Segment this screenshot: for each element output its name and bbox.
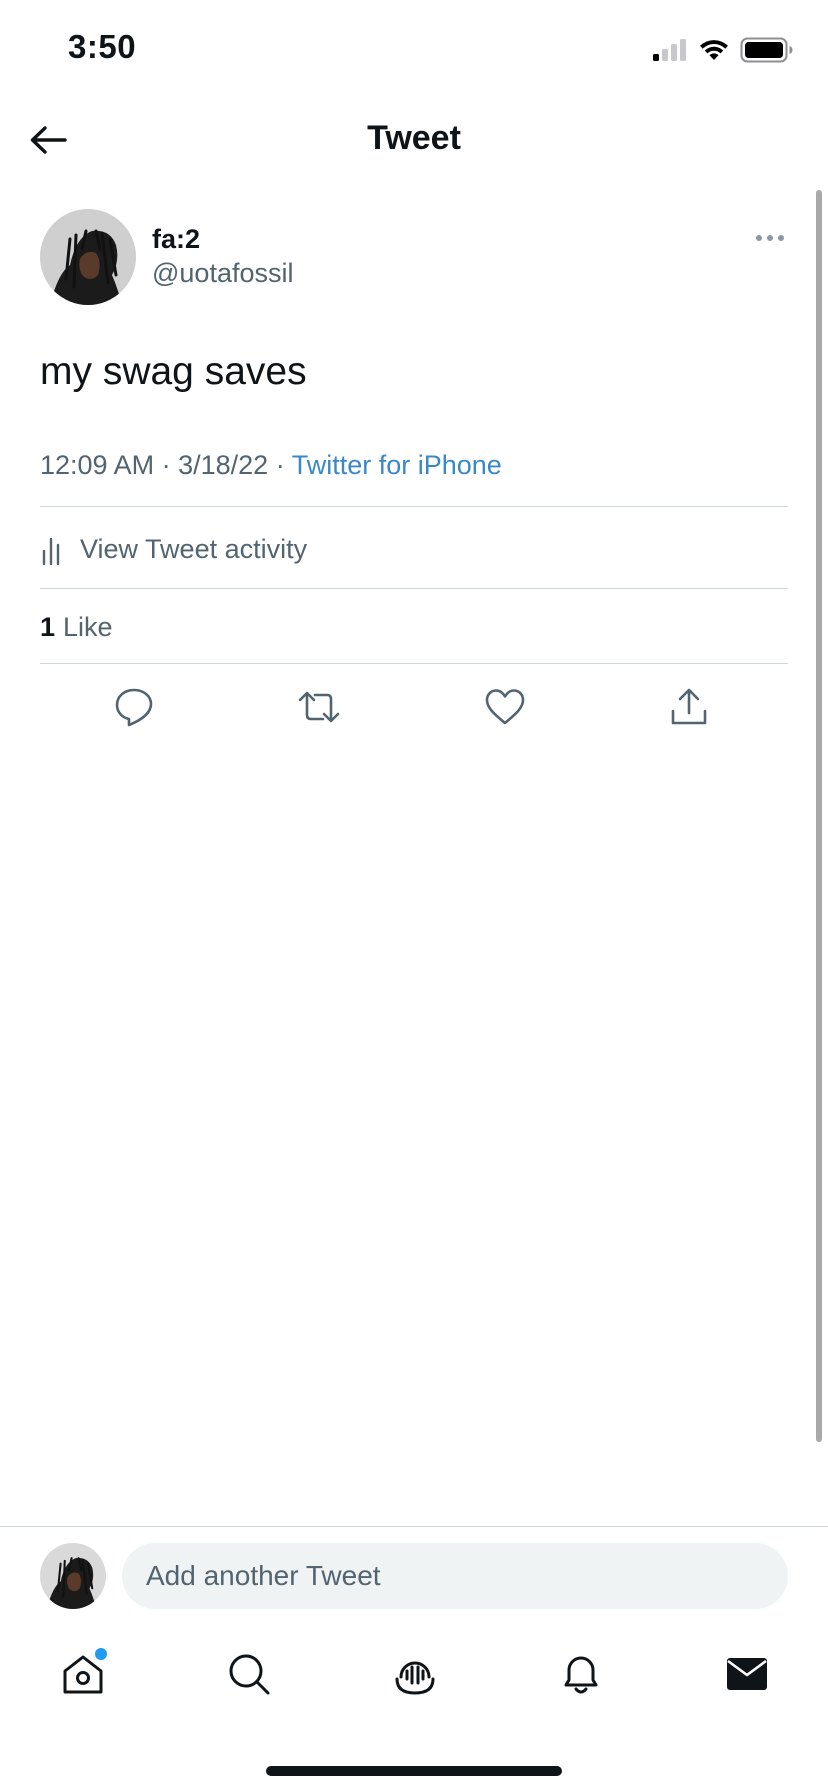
avatar-photo bbox=[40, 1543, 106, 1609]
retweet-icon bbox=[298, 691, 340, 723]
like-icon bbox=[485, 689, 525, 725]
composer-avatar bbox=[40, 1543, 106, 1609]
spaces-icon bbox=[395, 1661, 435, 1695]
tab-home[interactable] bbox=[55, 1646, 111, 1702]
more-dot-icon bbox=[778, 235, 784, 241]
notifications-icon bbox=[564, 1656, 598, 1694]
scrollbar[interactable] bbox=[816, 190, 822, 1442]
tab-notifications[interactable] bbox=[553, 1646, 609, 1702]
author-handle[interactable]: @uotafossil bbox=[152, 258, 293, 289]
divider bbox=[40, 588, 788, 589]
author-avatar[interactable] bbox=[40, 209, 136, 305]
meta-separator: · bbox=[275, 450, 285, 480]
more-options-button[interactable] bbox=[752, 226, 788, 250]
author-name[interactable]: fa:2 bbox=[152, 224, 200, 255]
battery-icon bbox=[740, 37, 793, 63]
divider bbox=[40, 506, 788, 507]
likes-count-link[interactable]: 1 Like bbox=[40, 590, 113, 664]
avatar-photo bbox=[40, 209, 136, 305]
likes-label: Like bbox=[63, 611, 113, 642]
bottom-tab-bar bbox=[0, 1632, 828, 1722]
messages-icon bbox=[727, 1658, 767, 1690]
view-tweet-activity-button[interactable]: View Tweet activity bbox=[40, 508, 788, 590]
page-title: Tweet bbox=[367, 119, 461, 157]
reply-button[interactable] bbox=[111, 684, 157, 730]
status-time: 3:50 bbox=[68, 28, 137, 65]
status-icons bbox=[652, 36, 794, 64]
activity-label: View Tweet activity bbox=[80, 533, 308, 564]
reply-icon bbox=[115, 688, 153, 727]
reply-input[interactable]: Add another Tweet bbox=[122, 1543, 788, 1609]
tab-spaces[interactable] bbox=[387, 1646, 443, 1702]
tweet-text: my swag saves bbox=[40, 350, 307, 393]
status-bar: 3:50 bbox=[0, 0, 828, 100]
search-icon bbox=[229, 1654, 270, 1695]
tweet-date: 3/18/22 bbox=[178, 450, 269, 480]
reply-placeholder: Add another Tweet bbox=[146, 1560, 381, 1591]
share-button[interactable] bbox=[666, 684, 712, 730]
more-dot-icon bbox=[756, 235, 762, 241]
likes-count: 1 bbox=[40, 611, 56, 642]
tweet-actions bbox=[40, 670, 788, 744]
top-nav-bar: Tweet bbox=[0, 100, 828, 180]
tweet-source-link[interactable]: Twitter for iPhone bbox=[292, 450, 502, 480]
like-button[interactable] bbox=[482, 684, 528, 730]
notification-dot bbox=[95, 1648, 107, 1660]
tab-search[interactable] bbox=[221, 1646, 277, 1702]
retweet-button[interactable] bbox=[296, 684, 342, 730]
meta-separator: · bbox=[161, 450, 171, 480]
tweet-time: 12:09 AM bbox=[40, 450, 155, 480]
wifi-icon bbox=[700, 40, 728, 60]
share-icon bbox=[671, 688, 707, 725]
divider bbox=[40, 663, 788, 664]
home-indicator[interactable] bbox=[266, 1766, 562, 1776]
cellular-signal-icon bbox=[653, 39, 686, 61]
more-dot-icon bbox=[767, 235, 773, 241]
tab-messages[interactable] bbox=[719, 1646, 775, 1702]
analytics-icon bbox=[42, 537, 60, 565]
tweet-meta: 12:09 AM · 3/18/22 · Twitter for iPhone bbox=[40, 450, 502, 481]
composer-divider bbox=[0, 1526, 828, 1527]
